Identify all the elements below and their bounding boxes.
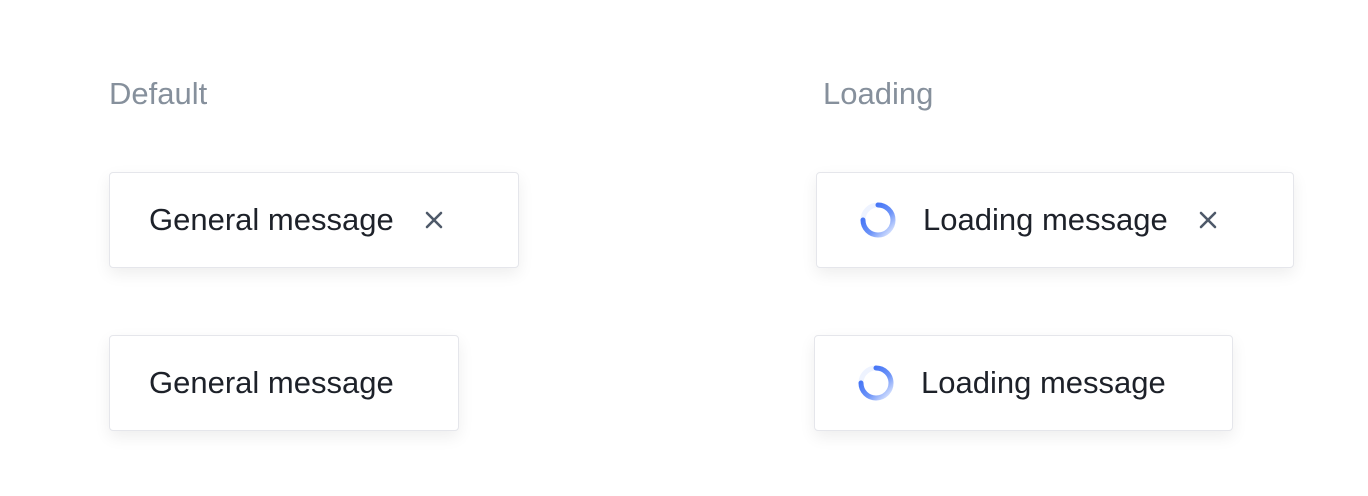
close-icon[interactable] [1194, 206, 1222, 234]
section-label-default: Default [109, 76, 208, 111]
message-text: Loading message [921, 365, 1166, 400]
message-default-closable: General message [109, 172, 519, 268]
message-text: General message [149, 365, 394, 400]
section-label-loading: Loading [823, 76, 934, 111]
loading-spinner-icon [858, 200, 898, 240]
message-loading: Loading message [814, 335, 1233, 431]
loading-spinner-icon [856, 363, 896, 403]
message-loading-closable: Loading message [816, 172, 1294, 268]
message-default: General message [109, 335, 459, 431]
message-text: Loading message [923, 202, 1168, 237]
message-text: General message [149, 202, 394, 237]
close-icon[interactable] [420, 206, 448, 234]
